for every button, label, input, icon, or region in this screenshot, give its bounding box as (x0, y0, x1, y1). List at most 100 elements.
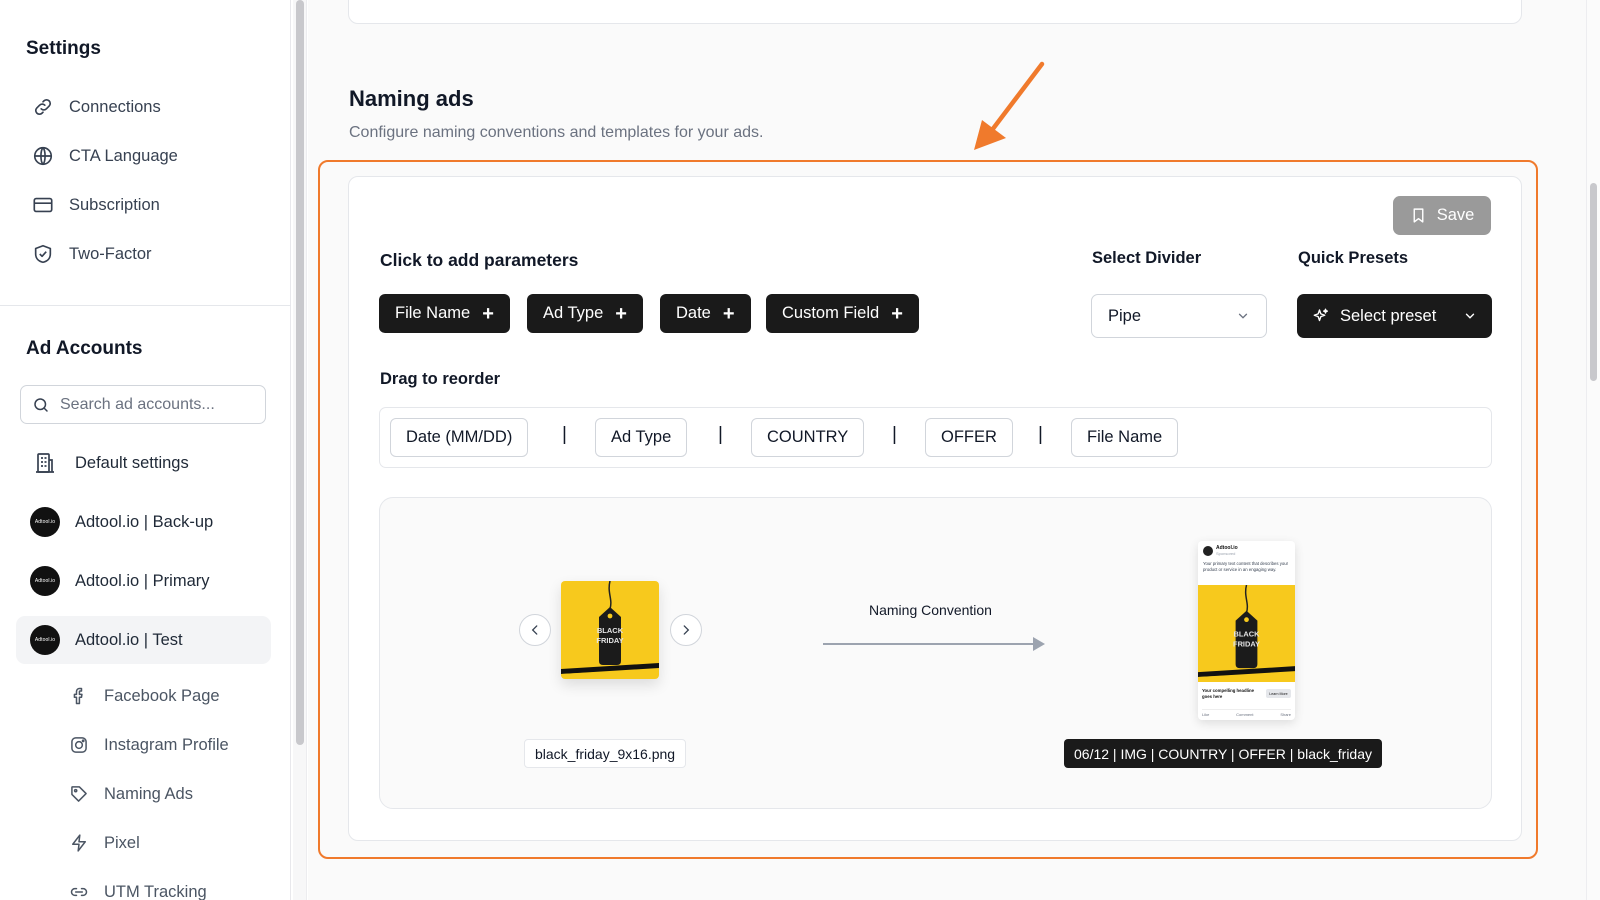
creative-text: FRIDAY (1233, 639, 1260, 648)
sub-item-label: UTM Tracking (104, 882, 207, 900)
sub-item-label: Instagram Profile (104, 735, 229, 754)
bookmark-icon (1413, 208, 1424, 223)
param-chip-custom-field[interactable]: Custom Field + (766, 294, 919, 333)
avatar: Adtool.io (30, 566, 60, 596)
sub-item-label: Naming Ads (104, 784, 193, 803)
tag-icon (67, 782, 91, 806)
mock-cta: Learn More (1266, 689, 1291, 698)
mock-creative: BLACK FRIDAY (1198, 585, 1295, 682)
chip-label: Ad Type (543, 304, 604, 322)
prev-image-button[interactable] (519, 614, 551, 646)
black-friday-tag-icon: BLACK FRIDAY (561, 581, 659, 676)
sidebar-title: Settings (26, 38, 101, 59)
search-icon (32, 396, 50, 414)
sub-item-utm-tracking[interactable]: UTM Tracking (67, 877, 207, 900)
link-icon (30, 94, 56, 120)
param-chip-date[interactable]: Date + (660, 294, 751, 333)
divider-select[interactable]: Pipe (1091, 294, 1267, 338)
sub-item-pixel[interactable]: Pixel (67, 828, 140, 858)
token-country[interactable]: COUNTRY (751, 418, 865, 457)
creative-text: BLACK (597, 626, 624, 635)
mock-headline: Your compelling headline goes here (1202, 688, 1254, 699)
nav-item-connections[interactable]: Connections (30, 92, 161, 122)
avatar (1203, 546, 1213, 556)
naming-convention-label: Naming Convention (869, 602, 992, 618)
save-button[interactable]: Save (1393, 196, 1491, 235)
save-label: Save (1436, 206, 1475, 224)
main-scrollbar-thumb[interactable] (1590, 183, 1597, 381)
param-chip-ad-type[interactable]: Ad Type + (527, 294, 643, 333)
sidebar: Settings Connections CTA Language Subscr… (0, 0, 291, 900)
link-icon (67, 880, 91, 900)
default-settings-item[interactable]: Default settings (16, 439, 271, 487)
sub-item-facebook-page[interactable]: Facebook Page (67, 681, 220, 711)
globe-icon (30, 143, 56, 169)
chevron-down-icon (1238, 313, 1248, 319)
select-preset-button[interactable]: Select preset (1297, 294, 1492, 338)
convention-arrow-line (823, 643, 1041, 645)
nav-item-two-factor[interactable]: Two-Factor (30, 239, 152, 269)
plus-icon: + (615, 302, 627, 325)
token-offer[interactable]: OFFER (925, 418, 1013, 457)
chevron-down-icon (1465, 313, 1475, 319)
bolt-icon (67, 831, 91, 855)
ad-accounts-title: Ad Accounts (26, 338, 143, 359)
annotation-arrow-icon (974, 61, 1045, 150)
instagram-icon (67, 733, 91, 757)
mock-action: Comment (1236, 712, 1254, 717)
search-ad-accounts[interactable] (20, 385, 266, 424)
presets-title: Quick Presets (1298, 249, 1409, 267)
mock-sponsored: Sponsored (1216, 551, 1236, 556)
chevron-left-icon (531, 625, 538, 635)
nav-label: CTA Language (69, 146, 178, 165)
generated-ad-name: 06/12 | IMG | COUNTRY | OFFER | black_fr… (1064, 739, 1382, 768)
ad-preview-mockup: Adtool.io Sponsored Your primary text co… (1198, 541, 1295, 720)
black-friday-tag-icon: BLACK FRIDAY (1198, 585, 1295, 680)
mock-action: Like (1202, 712, 1210, 717)
account-label: Adtool.io | Primary (75, 571, 210, 590)
building-icon (30, 448, 60, 478)
page-title: Naming ads (349, 86, 474, 111)
page-description: Configure naming conventions and templat… (349, 124, 764, 141)
nav-label: Two-Factor (69, 244, 152, 263)
creative-text: BLACK (1234, 629, 1261, 638)
account-item[interactable]: Adtool.io Adtool.io | Back-up (16, 498, 271, 546)
divider-value: Pipe (1108, 306, 1142, 325)
creative-thumbnail: BLACK FRIDAY (561, 581, 659, 679)
separator: | (718, 424, 723, 445)
credit-card-icon (30, 192, 56, 218)
separator: | (1038, 424, 1043, 445)
plus-icon: + (482, 302, 494, 325)
nav-label: Subscription (69, 195, 160, 214)
separator: | (892, 424, 897, 445)
account-item-active[interactable]: Adtool.io Adtool.io | Test (16, 616, 271, 664)
arrow-right-icon (1033, 637, 1045, 651)
chip-label: Date (676, 304, 711, 322)
token-date[interactable]: Date (MM/DD) (390, 418, 529, 457)
mock-actions: Like Comment Share (1202, 709, 1291, 717)
creative-text: FRIDAY (596, 636, 623, 645)
mock-primary-text: Your primary text content that describes… (1203, 561, 1289, 572)
chip-label: Custom Field (782, 304, 880, 322)
sub-item-naming-ads[interactable]: Naming Ads (67, 779, 193, 809)
search-input[interactable] (60, 395, 250, 414)
sidebar-divider (0, 305, 291, 306)
param-chip-file-name[interactable]: File Name + (379, 294, 510, 333)
sub-item-instagram-profile[interactable]: Instagram Profile (67, 730, 229, 760)
account-item[interactable]: Adtool.io Adtool.io | Primary (16, 557, 271, 605)
plus-icon: + (722, 302, 735, 325)
token-file-name[interactable]: File Name (1071, 418, 1179, 457)
reorder-title: Drag to reorder (380, 370, 501, 388)
source-file-name: black_friday_9x16.png (524, 739, 687, 768)
avatar: Adtool.io (30, 625, 60, 655)
token-ad-type[interactable]: Ad Type (595, 418, 688, 457)
avatar: Adtool.io (30, 507, 60, 537)
main-scrollbar[interactable] (1586, 0, 1600, 900)
nav-item-cta-language[interactable]: CTA Language (30, 141, 178, 171)
nav-item-subscription[interactable]: Subscription (30, 190, 160, 220)
divider-title: Select Divider (1092, 249, 1202, 267)
sparkles-icon (1313, 308, 1329, 322)
sidebar-scrollbar-thumb[interactable] (296, 0, 304, 745)
next-image-button[interactable] (670, 614, 702, 646)
plus-icon: + (891, 302, 903, 325)
